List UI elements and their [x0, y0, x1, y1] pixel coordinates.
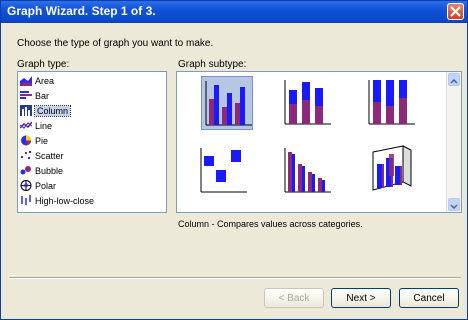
depth-column-thumbnail-icon — [284, 148, 331, 193]
subtype-3d-depth-column[interactable] — [281, 144, 333, 198]
graph-type-item-scatter[interactable]: Scatter — [20, 149, 64, 162]
close-button[interactable] — [447, 3, 464, 20]
bar-chart-icon — [20, 91, 32, 99]
line-chart-icon — [20, 121, 32, 129]
subtype-floating-column[interactable] — [197, 144, 249, 198]
cancel-button[interactable]: Cancel — [399, 288, 459, 308]
subtype-stacked-column[interactable] — [281, 76, 333, 130]
area-chart-icon — [20, 76, 32, 86]
back-button[interactable]: < Back — [264, 288, 324, 308]
subtype-100-percent-stacked-column[interactable] — [365, 76, 417, 130]
instruction-text: Choose the type of graph you want to mak… — [17, 38, 214, 49]
graph-subtype-gallery[interactable] — [176, 71, 462, 213]
graph-type-list[interactable]: Area Bar Column Line Pie Scatter Bubble — [17, 71, 167, 213]
pie-chart-icon — [21, 135, 31, 146]
floating-column-thumbnail-icon — [200, 148, 247, 193]
clustered-column-thumbnail-icon — [205, 81, 252, 126]
subtype-vertical-scrollbar[interactable] — [446, 72, 461, 212]
graph-subtype-label: Graph subtype: — [178, 59, 247, 70]
button-separator — [9, 277, 461, 279]
scroll-up-button[interactable] — [448, 73, 460, 86]
subtype-3d-column[interactable] — [365, 144, 417, 198]
graph-type-label: Graph type: — [17, 59, 70, 70]
graph-type-item-line[interactable]: Line — [20, 119, 52, 132]
graph-type-item-area[interactable]: Area — [20, 74, 54, 87]
3d-column-thumbnail-icon — [372, 145, 412, 191]
polar-chart-icon — [20, 180, 32, 191]
graph-wizard-dialog: Graph Wizard. Step 1 of 3. Choose the ty… — [0, 0, 468, 320]
close-icon — [450, 6, 461, 17]
graph-type-item-bubble[interactable]: Bubble — [20, 164, 63, 177]
graph-type-item-column[interactable]: Column — [20, 104, 72, 117]
subtype-clustered-column[interactable] — [201, 76, 253, 130]
column-chart-icon — [20, 105, 32, 116]
chevron-down-icon — [450, 204, 458, 210]
graph-type-item-pie[interactable]: Pie — [20, 134, 48, 147]
window-title: Graph Wizard. Step 1 of 3. — [7, 4, 156, 18]
high-low-close-icon — [21, 195, 31, 205]
scroll-down-button[interactable] — [448, 198, 460, 211]
scatter-chart-icon — [21, 151, 31, 159]
chevron-up-icon — [450, 78, 458, 84]
graph-type-item-polar[interactable]: Polar — [20, 179, 56, 192]
graph-type-item-bar[interactable]: Bar — [20, 89, 49, 102]
subtype-description: Column - Compares values across categori… — [178, 219, 363, 229]
stacked-column-thumbnail-icon — [284, 80, 331, 125]
graph-type-item-high-low-close[interactable]: High-low-close — [20, 194, 94, 207]
next-button[interactable]: Next > — [331, 288, 391, 308]
title-bar[interactable]: Graph Wizard. Step 1 of 3. — [1, 1, 467, 23]
bubble-chart-icon — [20, 166, 31, 175]
percent-stacked-column-thumbnail-icon — [368, 80, 415, 125]
